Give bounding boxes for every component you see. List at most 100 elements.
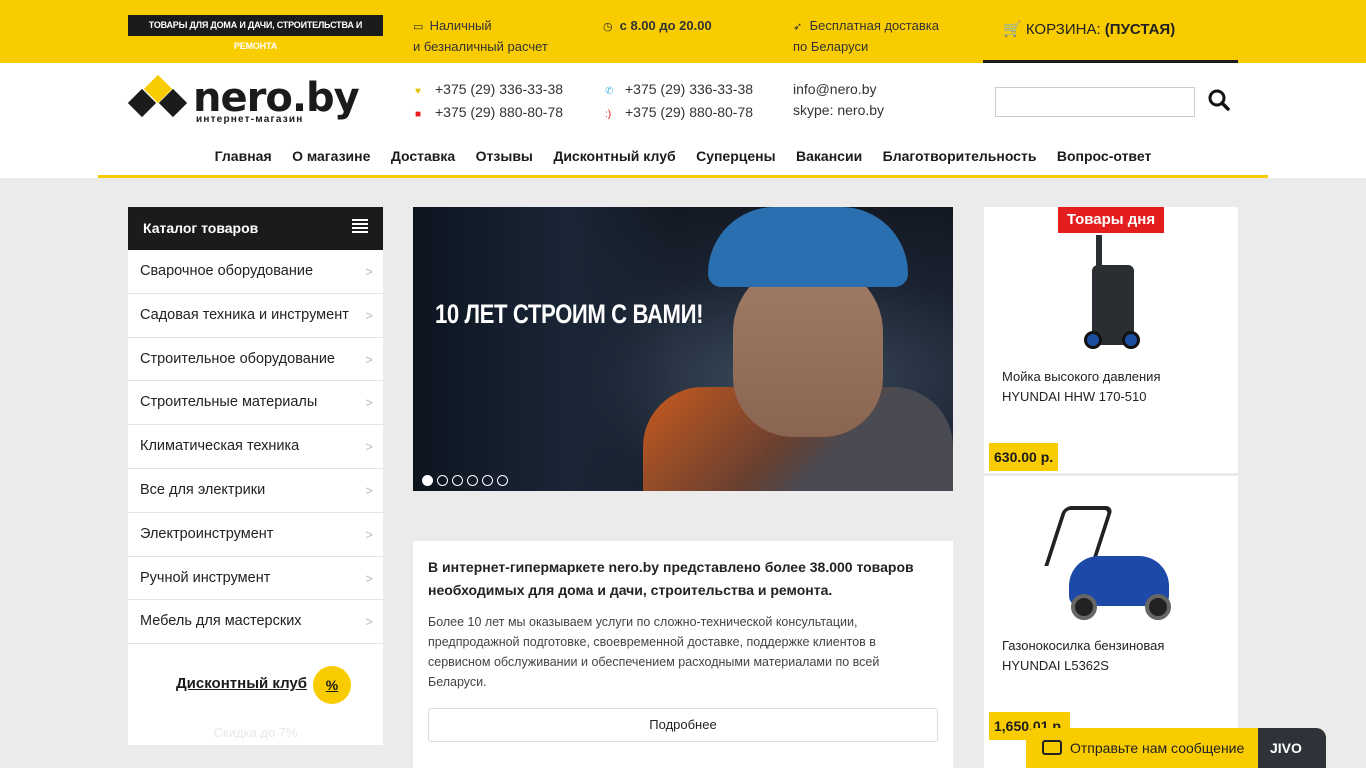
slider-dot[interactable] [422, 475, 433, 486]
delivery-info: ➶ Бесплатная доставка по Беларуси [793, 16, 939, 57]
percent-badge[interactable]: % [313, 666, 351, 704]
catalog-title: Каталог товаров [143, 220, 259, 236]
cart-icon: 🛒 [1003, 21, 1022, 38]
chevron-right-icon: > [365, 264, 373, 279]
phones-right: ✆ +375 (29) 336-33-38 :) +375 (29) 880-80-… [605, 79, 753, 125]
about-heading: В интернет-гипермаркете nero.by представ… [428, 559, 914, 598]
banner-helmet [708, 207, 908, 287]
catalog-item[interactable]: Климатическая техника > [128, 425, 383, 469]
slider-dot[interactable] [437, 475, 448, 486]
logo[interactable]: nero.by интернет-магазин [127, 74, 360, 127]
catalog-item[interactable]: Все для электрики > [128, 469, 383, 513]
logo-subtitle: интернет-магазин [196, 114, 304, 125]
deals-of-day-tag: Товары дня [1058, 207, 1164, 233]
chevron-right-icon: > [365, 351, 373, 367]
chat-widget[interactable]: Отправьте нам сообщение JIVO [1026, 728, 1326, 768]
search-input[interactable] [995, 87, 1195, 117]
deal-card[interactable]: Газонокосилка бензиновая HYUNDAI L5362S … [984, 476, 1238, 768]
catalog-item-label: Ручной инструмент [140, 569, 271, 586]
hours-text: с 8.00 до 20.00 [619, 18, 712, 33]
tagline: ТОВАРЫ ДЛЯ ДОМА И ДАЧИ, СТРОИТЕЛЬСТВА И … [128, 15, 383, 51]
chevron-right-icon: > [365, 395, 373, 411]
email-link[interactable]: info@nero.by [793, 79, 884, 100]
card-icon: ▭ [413, 21, 424, 33]
slider-dot[interactable] [482, 475, 493, 486]
product-price: 630.00 р. [989, 443, 1059, 471]
chevron-right-icon: > [365, 307, 373, 323]
delivery-line1: Бесплатная доставка [809, 18, 939, 33]
nav-vacancies[interactable]: Вакансии [796, 141, 862, 171]
pressure-washer-image[interactable] [1084, 235, 1142, 353]
catalog-item[interactable]: Строительные материалы > [128, 381, 383, 426]
cart-label: КОРЗИНА: [1025, 21, 1101, 38]
header: nero.by интернет-магазин ♥ +375 (29) 336-… [0, 63, 1366, 178]
chevron-right-icon: > [365, 614, 373, 630]
mts-icon: ■ [415, 109, 422, 120]
deal-card[interactable]: Товары дня Мойка высокого давления HYUND… [984, 207, 1238, 473]
product-name[interactable]: Газонокосилка бензиновая HYUNDAI L5362S [1002, 636, 1164, 676]
catalog-item[interactable]: Сварочное оборудование > [128, 250, 383, 294]
chevron-right-icon: > [365, 526, 373, 542]
catalog-item-label: Электроинструмент [140, 525, 274, 542]
chevron-right-icon: > [365, 439, 373, 455]
chevron-right-icon: > [365, 570, 373, 586]
clock-icon: ◷ [603, 21, 613, 33]
viber-icon: ✆ [605, 86, 614, 97]
jivo-logo: JIVO [1258, 728, 1326, 768]
banner-headline: 10 ЛЕТ СТРОИМ С ВАМИ! [435, 299, 704, 329]
chat-message: Отправьте нам сообщение [1070, 740, 1245, 756]
cart-status: (ПУСТАЯ) [1104, 21, 1176, 38]
phone-velcom[interactable]: +375 (29) 336-33-38 [435, 81, 563, 97]
catalog-item-label: Все для электрики [140, 481, 266, 498]
payment-line2: и безналичный расчет [413, 39, 548, 54]
nav-about[interactable]: О магазине [292, 141, 370, 171]
catalog-item-label: Садовая техника и инструмент [140, 306, 349, 323]
nav-discount-club[interactable]: Дисконтный клуб [553, 141, 675, 171]
catalog-item[interactable]: Электроинструмент > [128, 513, 383, 557]
nav-delivery[interactable]: Доставка [391, 141, 455, 171]
about-box: В интернет-гипермаркете nero.by представ… [413, 541, 953, 768]
envelope-icon [1042, 740, 1062, 755]
nav-reviews[interactable]: Отзывы [476, 141, 533, 171]
slider-dot[interactable] [467, 475, 478, 486]
catalog-item-label: Сварочное оборудование [140, 263, 314, 279]
catalog-item-label: Мебель для мастерских [140, 613, 302, 630]
phone-life[interactable]: +375 (29) 880-80-78 [625, 104, 753, 120]
catalog-item[interactable]: Садовая техника и инструмент > [128, 294, 383, 338]
catalog-header[interactable]: Каталог товаров [128, 207, 383, 250]
top-bar: ТОВАРЫ ДЛЯ ДОМА И ДАЧИ, СТРОИТЕЛЬСТВА И … [0, 0, 1366, 63]
catalog-sidebar: Каталог товаров Сварочное оборудование > … [128, 207, 383, 745]
catalog-item[interactable]: Ручной инструмент > [128, 557, 383, 601]
skype-contact[interactable]: skype: nero.by [793, 100, 884, 121]
catalog-item-label: Климатическая техника [140, 438, 300, 455]
slider-dots [422, 473, 512, 491]
velcom-icon: ♥ [415, 86, 421, 97]
catalog-item[interactable]: Мебель для мастерских > [128, 600, 383, 645]
search-icon[interactable] [1206, 87, 1232, 115]
discount-subtitle: Скидка до 7% [213, 725, 298, 740]
nav-charity[interactable]: Благотворительность [883, 141, 1037, 171]
discount-club-link[interactable]: Дисконтный клуб [176, 675, 307, 692]
rocket-icon: ➶ [793, 21, 803, 33]
product-name[interactable]: Мойка высокого давления HYUNDAI HHW 170-… [1002, 367, 1161, 407]
catalog-item-label: Строительные материалы [140, 394, 318, 411]
catalog-item[interactable]: Строительное оборудование > [128, 338, 383, 382]
slider-dot[interactable] [452, 475, 463, 486]
nav-super-prices[interactable]: Суперцены [696, 141, 776, 171]
nav-home[interactable]: Главная [215, 141, 272, 171]
phone-viber[interactable]: +375 (29) 336-33-38 [625, 81, 753, 97]
nav-faq[interactable]: Вопрос-ответ [1057, 141, 1151, 171]
menu-icon[interactable] [352, 219, 368, 233]
life-icon: :) [605, 109, 612, 120]
lawn-mower-image[interactable] [1044, 506, 1189, 626]
more-button[interactable]: Подробнее [428, 708, 938, 742]
slider-dot[interactable] [497, 475, 508, 486]
cart-button[interactable]: 🛒 КОРЗИНА: (ПУСТАЯ) [983, 0, 1238, 63]
payment-line1: Наличный [429, 18, 492, 33]
banner-worker-face [733, 262, 883, 437]
chevron-right-icon: > [365, 482, 373, 498]
phone-mts[interactable]: +375 (29) 880-80-78 [435, 104, 563, 120]
contacts: info@nero.by skype: nero.by [793, 79, 884, 121]
catalog-item-label: Строительное оборудование [140, 350, 335, 367]
hero-banner[interactable]: 10 ЛЕТ СТРОИМ С ВАМИ! [413, 207, 953, 491]
